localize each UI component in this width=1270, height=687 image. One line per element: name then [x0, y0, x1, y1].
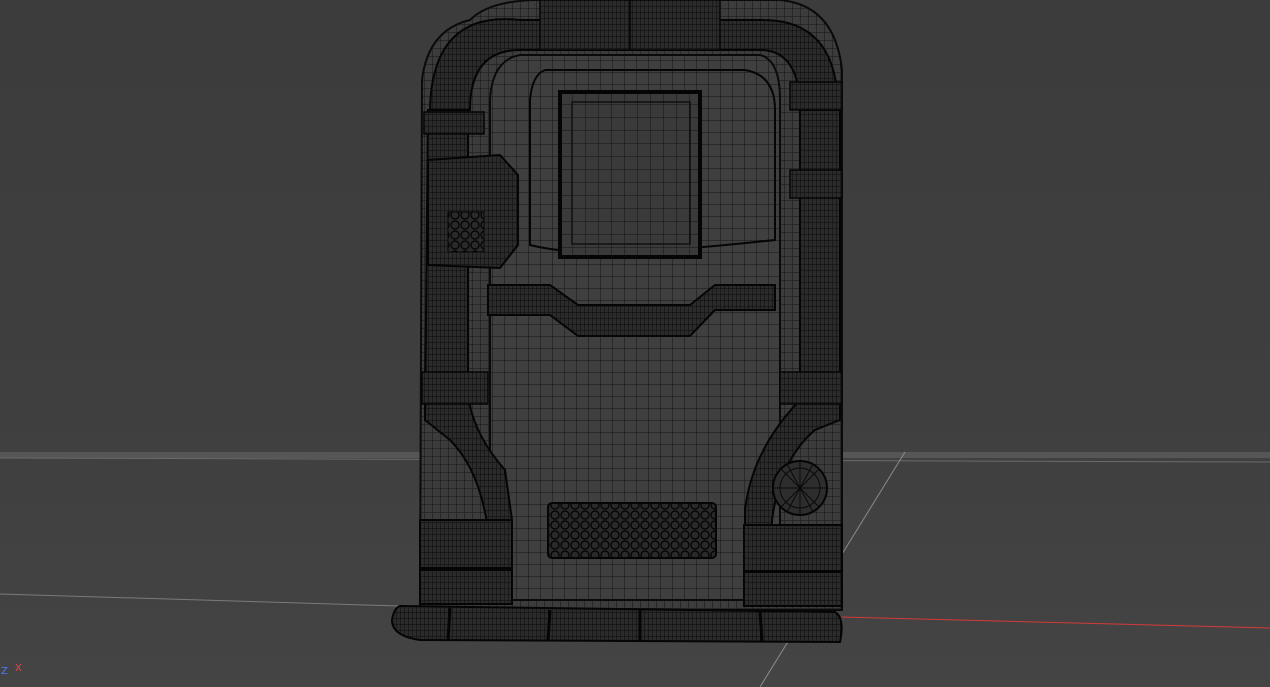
top-pipe-band-right: [629, 0, 721, 51]
z-axis-label: Z: [1, 666, 8, 677]
x-axis-label: X: [15, 663, 22, 674]
axis-gizmo: Z X: [0, 663, 30, 679]
3d-viewport[interactable]: Z X: [0, 0, 1270, 687]
right-pipe-band-top: [789, 81, 843, 111]
left-pipe-band-mid: [421, 371, 489, 405]
right-bottom-box[interactable]: [743, 571, 843, 607]
fan-icon[interactable]: [772, 460, 828, 516]
door-mesh[interactable]: [390, 0, 843, 644]
left-bottom-box[interactable]: [419, 569, 513, 605]
right-lower-box[interactable]: [743, 524, 843, 572]
grill-vent[interactable]: [547, 502, 717, 559]
left-lower-box[interactable]: [419, 519, 513, 569]
door-base-plate[interactable]: [390, 604, 843, 644]
right-pipe-band-mid: [779, 371, 843, 405]
screen-display[interactable]: [558, 90, 702, 259]
base-segment-divider: [446, 607, 452, 641]
top-pipe-band-left: [539, 0, 631, 51]
base-segment-divider: [546, 609, 552, 641]
base-segment-divider: [758, 610, 764, 642]
floor-guide-line: [0, 593, 401, 607]
viewport-scene[interactable]: [0, 0, 1270, 687]
keypad-grid[interactable]: [447, 211, 485, 253]
right-pipe-band-upper: [789, 169, 843, 199]
left-pipe-band-top: [423, 111, 485, 135]
x-axis-line: [841, 616, 1270, 629]
